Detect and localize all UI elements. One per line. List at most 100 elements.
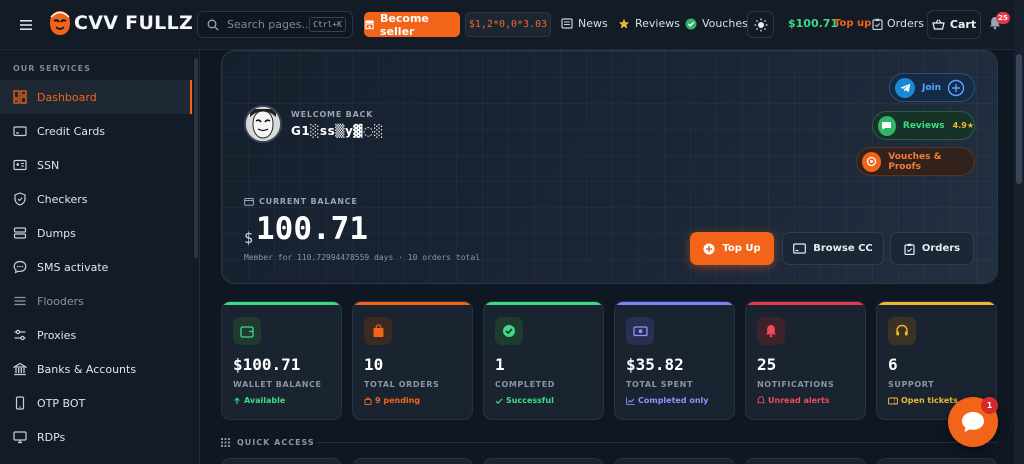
sidebar-item-proxies[interactable]: Proxies <box>0 318 192 352</box>
main-scrollbar[interactable] <box>1014 50 1024 464</box>
topup-button-label: Top Up <box>722 243 761 254</box>
sidebar-item-otp-bot[interactable]: OTP BOT <box>0 386 192 420</box>
sidebar-item-flooders[interactable]: Flooders <box>0 284 192 318</box>
sidebar-item-sms-activate[interactable]: SMS activate <box>0 250 192 284</box>
phone-icon <box>15 396 25 410</box>
username: G1░ss▒y▓◌░ <box>291 124 384 138</box>
card-subtext-label: Open tickets <box>901 396 958 405</box>
wallet-icon <box>233 317 261 345</box>
shopping-bag-icon <box>364 317 392 345</box>
header-topup-link[interactable]: Top up <box>834 18 871 29</box>
card-label: COMPLETED <box>495 380 556 389</box>
avatar[interactable] <box>244 105 282 143</box>
sidebar-item-credit-cards[interactable]: Credit Cards <box>0 114 192 148</box>
stat-card-wallet[interactable]: $100.71 WALLET BALANCE Available <box>221 301 342 420</box>
stat-card-notifications[interactable]: 25 NOTIFICATIONS Unread alerts <box>745 301 866 420</box>
news-label: News <box>578 17 608 30</box>
sidebar-item-rdps[interactable]: RDPs <box>0 420 192 454</box>
search-icon <box>207 19 219 31</box>
browse-cc-button[interactable]: Browse CC <box>782 232 884 265</box>
welcome-hero-panel: WELCOME BACK G1░ss▒y▓◌░ CURRENT BALANCE … <box>221 50 998 284</box>
credit-card-icon <box>793 243 807 254</box>
plus-circle-icon <box>703 243 715 254</box>
browse-cc-label: Browse CC <box>813 243 873 254</box>
cart-button[interactable]: Cart <box>927 10 981 39</box>
card-value: 10 <box>364 355 384 374</box>
quick-access-card[interactable] <box>483 458 604 464</box>
bell-icon <box>757 317 785 345</box>
stat-card-total-orders[interactable]: 10 TOTAL ORDERS 9 pending <box>352 301 473 420</box>
sidebar-item-checkers[interactable]: Checkers <box>0 182 192 216</box>
hero-orders-label: Orders <box>921 243 961 254</box>
member-info: Member for 110.72994478559 days · 10 ord… <box>244 253 481 262</box>
check-icon <box>495 398 503 404</box>
card-accent-bar <box>353 302 472 305</box>
telegram-join-button[interactable]: Join <box>889 73 975 102</box>
wallet-icon <box>244 198 254 206</box>
reviews-pill-button[interactable]: Reviews 4.9★ <box>872 111 975 140</box>
stat-card-total-spent[interactable]: $35.82 TOTAL SPENT Completed only <box>614 301 735 420</box>
reviews-rating: 4.9★ <box>952 121 974 130</box>
hero-orders-button[interactable]: Orders <box>890 232 974 265</box>
monitor-icon <box>13 431 27 444</box>
logo-text: CVV FULLZ <box>74 12 194 34</box>
sidebar-item-label: Checkers <box>37 192 88 206</box>
header-orders-link[interactable]: Orders <box>872 17 924 30</box>
bag-icon <box>364 396 372 405</box>
telegram-icon <box>895 77 915 98</box>
become-seller-button[interactable]: Become seller <box>364 11 460 38</box>
card-subtext: 9 pending <box>364 396 420 405</box>
quick-access-card[interactable] <box>221 458 342 464</box>
current-balance-label: CURRENT BALANCE <box>244 197 358 206</box>
quick-access-card[interactable] <box>352 458 473 464</box>
card-subtext: Unread alerts <box>757 396 830 405</box>
quick-access-card[interactable] <box>876 458 997 464</box>
quick-access-heading: QUICK ACCESS <box>221 438 315 447</box>
card-subtext-label: Available <box>244 396 286 405</box>
topup-button[interactable]: Top Up <box>690 232 774 265</box>
quick-access-card[interactable] <box>614 458 735 464</box>
search-box[interactable]: Ctrl+K <box>197 11 353 38</box>
sidebar-item-dashboard[interactable]: Dashboard <box>0 80 192 114</box>
sidebar-item-label: OTP BOT <box>37 396 86 410</box>
balance-label-text: CURRENT BALANCE <box>259 197 358 206</box>
nav-vouches[interactable]: Vouches <box>685 17 748 30</box>
card-subtext: Available <box>233 396 285 405</box>
grid-icon <box>221 438 230 447</box>
hacker-mask-icon <box>47 9 73 37</box>
check-circle-icon <box>495 317 523 345</box>
arrow-up-icon <box>234 397 240 404</box>
credit-card-icon <box>13 126 27 137</box>
nav-news[interactable]: News <box>561 17 608 30</box>
quick-access-card[interactable] <box>745 458 866 464</box>
list-icon <box>14 296 26 306</box>
card-subtext: Successful <box>495 396 554 405</box>
card-accent-bar <box>877 302 996 305</box>
menu-icon[interactable] <box>18 17 36 33</box>
quick-access-label: QUICK ACCESS <box>237 438 315 447</box>
id-card-icon <box>13 159 27 171</box>
stat-card-completed[interactable]: 1 COMPLETED Successful <box>483 301 604 420</box>
orders-label: Orders <box>887 17 924 30</box>
card-label: WALLET BALANCE <box>233 380 322 389</box>
theme-toggle-button[interactable] <box>747 11 774 38</box>
card-subtext-label: Unread alerts <box>768 396 830 405</box>
sidebar-item-banks-accounts[interactable]: Banks & Accounts <box>0 352 192 386</box>
ticket-icon <box>888 397 898 404</box>
card-value: $100.71 <box>233 355 301 374</box>
sidebar-item-label: Flooders <box>37 294 84 308</box>
nav-reviews[interactable]: Reviews <box>618 17 680 30</box>
scrollbar-thumb[interactable] <box>1016 54 1022 184</box>
become-seller-label: Become seller <box>380 11 429 38</box>
search-input[interactable] <box>227 18 309 31</box>
sun-icon <box>754 18 767 31</box>
balance-value: 100.71 <box>256 211 368 247</box>
check-circle-icon <box>685 18 697 29</box>
sidebar-scrollbar[interactable] <box>194 58 198 258</box>
logo[interactable]: CVV FULLZ <box>47 9 193 37</box>
sidebar-item-ssn[interactable]: SSN <box>0 148 192 182</box>
card-subtext: Completed only <box>626 396 709 405</box>
card-value: $35.82 <box>626 355 684 374</box>
vouches-proofs-button[interactable]: Vouches & Proofs <box>856 147 975 176</box>
sidebar-item-dumps[interactable]: Dumps <box>0 216 192 250</box>
